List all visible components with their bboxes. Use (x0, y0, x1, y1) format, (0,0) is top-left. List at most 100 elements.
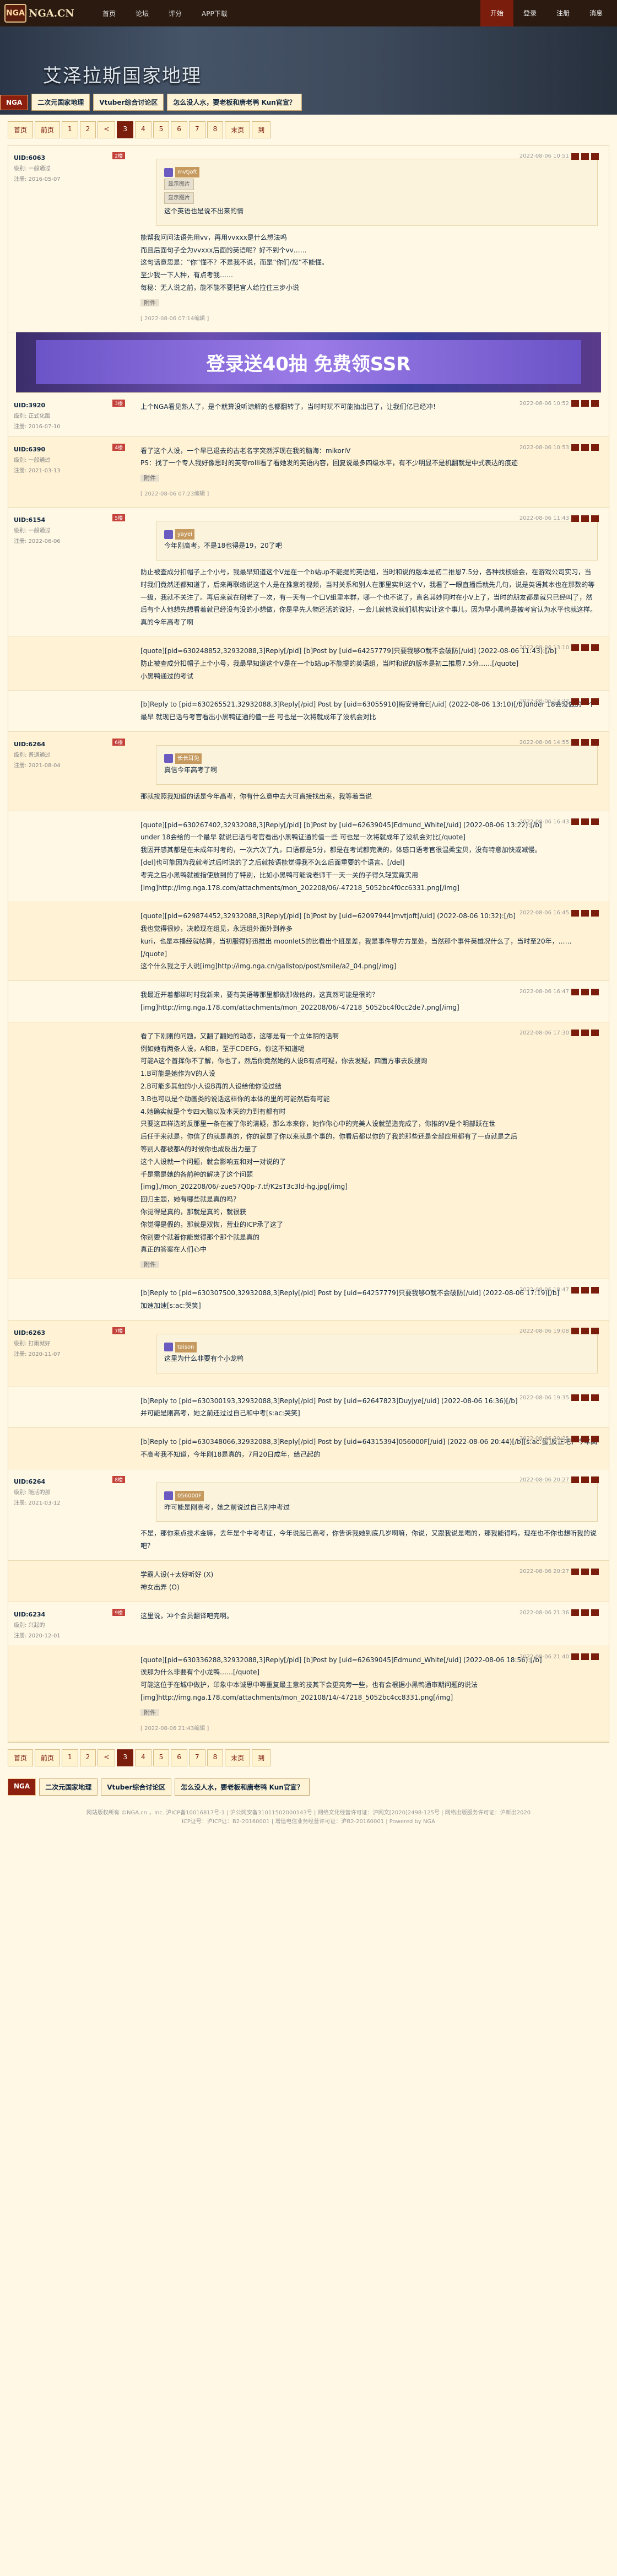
more-icon[interactable] (591, 909, 599, 917)
quote-icon[interactable] (581, 400, 589, 407)
quote-icon[interactable] (581, 1568, 589, 1575)
more-icon[interactable] (591, 515, 599, 522)
floor-badge[interactable]: 2楼 (112, 152, 125, 159)
register-button[interactable]: 注册 (546, 0, 580, 26)
page-goto[interactable]: 到 (252, 121, 271, 138)
floor-badge[interactable]: 4楼 (112, 443, 125, 451)
quote-icon[interactable] (581, 988, 589, 995)
quote-icon[interactable] (581, 818, 589, 826)
reply-icon[interactable] (571, 1394, 579, 1401)
quote-icon[interactable] (581, 909, 589, 917)
more-icon[interactable] (591, 818, 599, 826)
nga-tag[interactable]: NGA (8, 1778, 36, 1796)
more-icon[interactable] (591, 644, 599, 651)
author-uid[interactable]: UID:6263 (14, 1329, 124, 1336)
quote-icon[interactable] (581, 698, 589, 705)
floor-badge[interactable]: 8楼 (112, 1475, 125, 1483)
quote-icon[interactable] (581, 515, 589, 522)
reply-icon[interactable] (571, 698, 579, 705)
nga-tag[interactable]: NGA (0, 94, 29, 110)
quote-icon[interactable] (581, 153, 589, 160)
page-6[interactable]: 6 (171, 121, 187, 138)
page-goto[interactable]: 到 (252, 1749, 271, 1766)
page-current[interactable]: 3 (117, 1749, 134, 1766)
reply-icon[interactable] (571, 1653, 579, 1661)
reply-icon[interactable] (571, 444, 579, 451)
page-prev[interactable]: 前页 (35, 1749, 61, 1766)
page-5[interactable]: 5 (153, 121, 170, 138)
attachment-label[interactable]: 附件 (140, 1709, 159, 1716)
floor-badge[interactable]: 9楼 (112, 1608, 125, 1616)
quote-icon[interactable] (581, 1435, 589, 1442)
subforum-pill-2[interactable]: 怎么没人水，要老板和唐老鸭 Kun官宣？ (175, 1778, 310, 1796)
site-logo[interactable]: NGA NGA.CN (4, 4, 82, 23)
reply-icon[interactable] (571, 644, 579, 651)
reply-icon[interactable] (571, 515, 579, 522)
author-uid[interactable]: UID:6154 (14, 516, 124, 524)
author-uid[interactable]: UID:6264 (14, 1478, 124, 1485)
nav-rating[interactable]: 评分 (159, 9, 192, 18)
page-8[interactable]: 8 (207, 1749, 224, 1766)
reply-icon[interactable] (571, 1609, 579, 1616)
reply-icon[interactable] (571, 739, 579, 746)
attachment-label[interactable]: 附件 (140, 299, 159, 306)
login-button[interactable]: 登录 (513, 0, 546, 26)
page-2[interactable]: 2 (79, 121, 96, 138)
quote-icon[interactable] (581, 444, 589, 451)
quote-user[interactable]: 长长耳兔 (175, 753, 202, 764)
quote-user[interactable]: 056000F (175, 1490, 204, 1501)
quote-icon[interactable] (581, 1476, 589, 1484)
reply-icon[interactable] (571, 1030, 579, 1037)
more-icon[interactable] (591, 739, 599, 746)
page-7[interactable]: 7 (188, 1749, 205, 1766)
show-image-button[interactable]: 显示图片 (164, 179, 194, 190)
page-current[interactable]: 3 (117, 121, 134, 138)
page-1[interactable]: 1 (62, 121, 78, 138)
more-icon[interactable] (591, 444, 599, 451)
more-icon[interactable] (591, 1030, 599, 1037)
page-8[interactable]: 8 (207, 121, 224, 138)
page-6[interactable]: 6 (171, 1749, 187, 1766)
page-5[interactable]: 5 (153, 1749, 170, 1766)
nav-app-download[interactable]: APP下载 (192, 9, 237, 18)
page-last[interactable]: 末页 (225, 121, 251, 138)
quote-icon[interactable] (581, 1286, 589, 1294)
more-icon[interactable] (591, 1476, 599, 1484)
reply-icon[interactable] (571, 153, 579, 160)
more-icon[interactable] (591, 1653, 599, 1661)
more-icon[interactable] (591, 988, 599, 995)
quote-user[interactable]: yayei (175, 529, 194, 540)
more-icon[interactable] (591, 1328, 599, 1335)
reply-icon[interactable] (571, 818, 579, 826)
page-4[interactable]: 4 (135, 1749, 151, 1766)
nav-home[interactable]: 首页 (93, 9, 126, 18)
quote-icon[interactable] (581, 1653, 589, 1661)
more-icon[interactable] (591, 1435, 599, 1442)
page-1[interactable]: 1 (62, 1749, 78, 1766)
quote-icon[interactable] (581, 1609, 589, 1616)
page-first[interactable]: 首页 (8, 1749, 34, 1766)
page-2[interactable]: 2 (79, 1749, 96, 1766)
more-icon[interactable] (591, 1286, 599, 1294)
nav-forum[interactable]: 论坛 (126, 9, 159, 18)
subforum-pill-0[interactable]: 二次元国家地理 (39, 1778, 98, 1796)
reply-icon[interactable] (571, 909, 579, 917)
reply-icon[interactable] (571, 1328, 579, 1335)
floor-badge[interactable]: 5楼 (112, 514, 125, 522)
author-uid[interactable]: UID:3920 (14, 402, 124, 409)
ad-banner[interactable]: 登录送40抽 免费领SSR (16, 332, 601, 393)
page-first[interactable]: 首页 (8, 121, 34, 138)
reply-icon[interactable] (571, 1286, 579, 1294)
more-icon[interactable] (591, 698, 599, 705)
start-button[interactable]: 开始 (480, 0, 513, 26)
subforum-pill-1[interactable]: Vtuber综合讨论区 (93, 94, 164, 111)
more-icon[interactable] (591, 1568, 599, 1575)
quote-icon[interactable] (581, 739, 589, 746)
quote-user[interactable]: mvtjoft (175, 167, 199, 177)
subforum-pill-2[interactable]: 怎么没人水，要老板和唐老鸭 Kun官宣？ (167, 94, 302, 111)
floor-badge[interactable]: 6楼 (112, 738, 125, 746)
quote-icon[interactable] (581, 644, 589, 651)
page-back[interactable]: < (98, 1749, 116, 1766)
show-image-button[interactable]: 显示图片 (164, 192, 194, 204)
author-uid[interactable]: UID:6234 (14, 1611, 124, 1618)
